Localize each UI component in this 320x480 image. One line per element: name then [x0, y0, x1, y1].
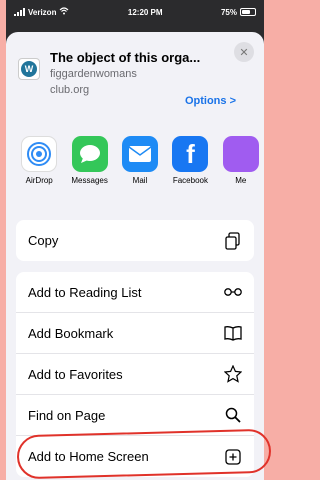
share-apps-row: AirDrop Messages Mail f Facebook Me [6, 136, 264, 198]
messenger-icon [222, 136, 259, 172]
facebook-icon: f [172, 136, 209, 172]
status-left: Verizon [14, 7, 69, 17]
app-label: Facebook [172, 176, 208, 185]
site-favicon: W [18, 58, 40, 80]
action-reading-list[interactable]: Add to Reading List [16, 272, 254, 313]
battery-icon [240, 8, 256, 16]
red-annotation-circle [16, 428, 272, 480]
action-label: Add to Favorites [28, 366, 123, 382]
share-sheet: W The object of this orga... figgardenwo… [6, 32, 264, 480]
mail-icon [122, 136, 159, 172]
action-add-bookmark[interactable]: Add Bookmark [16, 313, 254, 354]
status-bar: Verizon 12:20 PM 75% [6, 0, 264, 24]
battery-percent: 75% [220, 7, 237, 17]
share-header-text: The object of this orga... figgardenwoma… [50, 50, 252, 120]
signal-icon [14, 8, 25, 16]
wifi-icon [59, 7, 69, 17]
copy-icon [224, 231, 242, 250]
action-label: Find on Page [28, 407, 106, 423]
search-icon [224, 406, 242, 424]
app-label: Messages [71, 176, 108, 185]
book-icon [224, 324, 242, 342]
share-header: W The object of this orga... figgardenwo… [6, 32, 264, 120]
wordpress-icon: W [21, 61, 37, 77]
action-label: Add Bookmark [28, 325, 114, 341]
app-label: Mail [132, 176, 148, 185]
app-messenger[interactable]: Me [218, 136, 264, 198]
airdrop-icon [21, 136, 58, 172]
app-messages[interactable]: Messages [66, 136, 112, 198]
close-icon: ✕ [239, 46, 249, 59]
site-domain-line1: figgardenwomans [50, 68, 137, 80]
close-button[interactable]: ✕ [234, 42, 254, 62]
app-facebook[interactable]: f Facebook [167, 136, 213, 198]
action-label: Add to Reading List [28, 284, 142, 300]
action-label: Copy [28, 233, 59, 248]
status-right: 75% [221, 8, 256, 17]
star-icon [224, 365, 242, 383]
page-title: The object of this orga... [50, 50, 201, 65]
phone-screen: Verizon 12:20 PM 75% W The object of thi… [6, 0, 264, 480]
glasses-icon [224, 283, 242, 301]
app-label: Me [235, 176, 247, 185]
carrier-label: Verizon [28, 7, 57, 17]
action-copy[interactable]: Copy [16, 220, 254, 261]
action-add-favorites[interactable]: Add to Favorites [16, 354, 254, 395]
copy-group: Copy [16, 220, 254, 261]
app-label: AirDrop [25, 176, 53, 185]
app-mail[interactable]: Mail [117, 136, 163, 198]
options-link[interactable]: Options > [185, 95, 236, 107]
messages-icon [71, 136, 108, 172]
app-airdrop[interactable]: AirDrop [16, 136, 62, 198]
status-time: 12:20 PM [127, 7, 163, 17]
